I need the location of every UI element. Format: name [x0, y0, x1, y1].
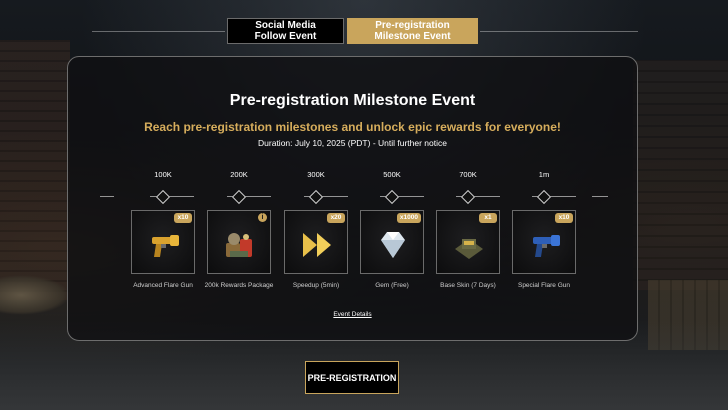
milestone-threshold: 500K [383, 170, 401, 179]
reward-name: Special Flare Gun [517, 282, 571, 289]
pre-registration-button[interactable]: PRE-REGISTRATION [305, 361, 399, 394]
tab-pre-registration-milestone-event[interactable]: Pre-registration Milestone Event [347, 18, 478, 44]
rewards-package-icon [226, 233, 252, 257]
brick-wall-left [0, 40, 70, 300]
brick-wall-right [633, 60, 728, 290]
milestone-threshold: 200K [230, 170, 248, 179]
event-tabs: Social Media Follow Event Pre-registrati… [0, 18, 728, 44]
reward-quantity-badge: x10 [555, 213, 573, 223]
panel-subtitle: Reach pre-registration milestones and un… [144, 120, 561, 134]
event-details-link[interactable]: Event Details [68, 311, 637, 318]
milestone-diamond-icon [460, 189, 476, 205]
milestone-diamond-icon [308, 189, 324, 205]
milestone-diamond-icon [155, 189, 171, 205]
reward-card-base-skin[interactable]: x1 [436, 210, 500, 274]
milestone-diamond-icon [536, 189, 552, 205]
reward-card-advanced-flare-gun[interactable]: x10 [131, 210, 195, 274]
reward-quantity-badge: x1000 [396, 213, 421, 223]
milestone-threshold: 1m [538, 170, 550, 179]
track-segment [100, 196, 114, 197]
special-flare-gun-icon [533, 235, 560, 257]
milestone-threshold: 700K [459, 170, 477, 179]
reward-quantity-badge: x20 [327, 213, 345, 223]
flare-gun-icon [152, 235, 179, 257]
reward-quantity-badge: x10 [174, 213, 192, 223]
milestone-diamond-icon [231, 189, 247, 205]
gem-icon [381, 232, 405, 258]
speedup-icon [303, 233, 331, 257]
milestone-panel: Pre-registration Milestone Event Reach p… [67, 56, 638, 341]
reward-card-200k-rewards-package[interactable]: i [207, 210, 271, 274]
info-icon[interactable]: i [258, 213, 267, 222]
tab-social-media-follow-event[interactable]: Social Media Follow Event [227, 18, 344, 44]
reward-quantity-badge: x1 [479, 213, 497, 223]
milestone-threshold: 300K [307, 170, 325, 179]
reward-card-gem[interactable]: x1000 [360, 210, 424, 274]
reward-card-speedup[interactable]: x20 [284, 210, 348, 274]
event-duration: Duration: July 10, 2025 (PDT) - Until fu… [258, 138, 447, 148]
sandbags [0, 275, 70, 315]
tab-divider-right [480, 31, 638, 32]
milestone-threshold: 100K [154, 170, 172, 179]
milestone-diamond-icon [384, 189, 400, 205]
panel-title: Pre-registration Milestone Event [229, 92, 476, 109]
reward-card-special-flare-gun[interactable]: x10 [512, 210, 576, 274]
track-segment [592, 196, 608, 197]
tab-divider-left [92, 31, 225, 32]
base-skin-icon [455, 239, 483, 259]
